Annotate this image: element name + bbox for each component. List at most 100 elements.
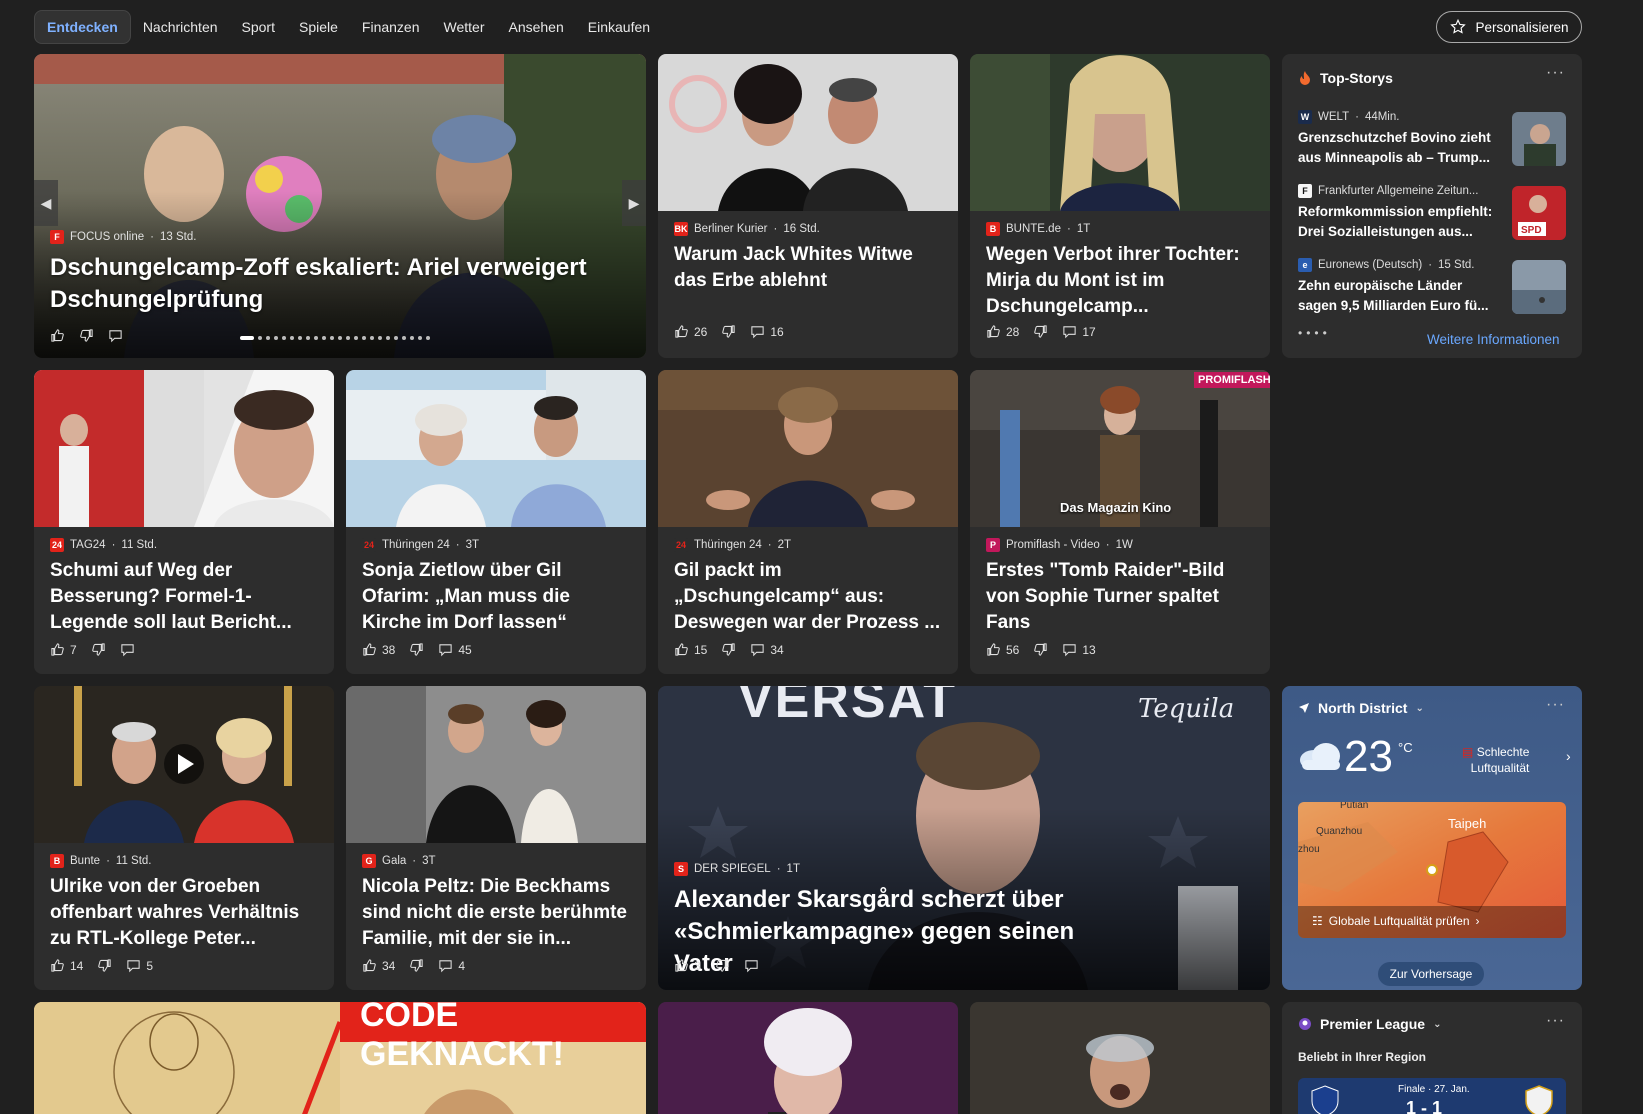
top-story-item[interactable]: W WELT · 44Min. Grenzschutzchef Bovino zieh…: [1298, 110, 1494, 168]
dislike-button[interactable]: [715, 958, 730, 973]
carousel-dot[interactable]: [354, 336, 358, 340]
carousel-dot[interactable]: [386, 336, 390, 340]
top-story-headline[interactable]: Reformkommission empfiehlt: Drei Soziall…: [1298, 202, 1494, 242]
card-headline[interactable]: Nicola Peltz: Die Beckhams sind nicht di…: [362, 874, 632, 952]
dislike-button[interactable]: [721, 642, 736, 657]
news-card-gala-peltz[interactable]: G Gala · 3T Nicola Peltz: Die Beckhams sin…: [346, 686, 646, 990]
more-options-icon[interactable]: ···: [1546, 696, 1565, 714]
card-headline[interactable]: Gil packt im „Dschungelcamp“ aus: Desweg…: [674, 558, 944, 636]
carousel-dot[interactable]: [240, 336, 254, 340]
tab-einkaufen[interactable]: Einkaufen: [576, 10, 662, 44]
top-story-headline[interactable]: Zehn europäische Länder sagen 9,5 Millia…: [1298, 276, 1494, 316]
carousel-dot[interactable]: [370, 336, 374, 340]
tab-finanzen[interactable]: Finanzen: [350, 10, 432, 44]
tab-spiele[interactable]: Spiele: [287, 10, 350, 44]
tab-nachrichten[interactable]: Nachrichten: [131, 10, 230, 44]
carousel-dot[interactable]: [322, 336, 326, 340]
news-card-thueringen-zietlow[interactable]: 24 Thüringen 24 · 3T Sonja Zietlow über Gi…: [346, 370, 646, 674]
dislike-button[interactable]: [1033, 324, 1048, 339]
news-card-bunte-groeben[interactable]: B Bunte · 11 Std. Ulrike von der Groeben o…: [34, 686, 334, 990]
carousel-dot[interactable]: [378, 336, 382, 340]
dislike-button[interactable]: [79, 328, 94, 343]
carousel-dot[interactable]: [274, 336, 278, 340]
like-button[interactable]: 15: [674, 642, 707, 657]
card-headline[interactable]: Erstes "Tomb Raider"-Bild von Sophie Tur…: [986, 558, 1256, 636]
hero-card[interactable]: ◀ ▶ F FOCUS online · 13 Std. Dschungelca…: [34, 54, 646, 358]
comment-button[interactable]: 5: [126, 958, 153, 973]
more-info-link[interactable]: Weitere Informationen: [1427, 332, 1560, 347]
dislike-button[interactable]: [1033, 642, 1048, 657]
carousel-dot[interactable]: [410, 336, 414, 340]
like-button[interactable]: 14: [50, 958, 83, 973]
comment-button[interactable]: 17: [1062, 324, 1096, 339]
top-story-headline[interactable]: Grenzschutzchef Bovino zieht aus Minneap…: [1298, 128, 1494, 168]
hero-headline[interactable]: Dschungelcamp-Zoff eskaliert: Ariel verw…: [50, 252, 590, 316]
dislike-button[interactable]: [409, 642, 424, 657]
news-card-code-geknackt[interactable]: CODE GEKNACKT!: [34, 1002, 646, 1114]
news-card-tag24-schumi[interactable]: 24 TAG24 · 11 Std. Schumi auf Weg der Bess…: [34, 370, 334, 674]
news-card-singer[interactable]: [658, 1002, 958, 1114]
comment-button[interactable]: 34: [750, 642, 784, 657]
carousel-dot[interactable]: [266, 336, 270, 340]
carousel-dot[interactable]: [394, 336, 398, 340]
top-story-thumbnail[interactable]: SPD: [1512, 186, 1566, 240]
hero-next-button[interactable]: ▶: [622, 180, 646, 226]
comment-button[interactable]: [744, 958, 759, 973]
comment-button[interactable]: [108, 328, 123, 343]
comment-button[interactable]: 13: [1062, 642, 1096, 657]
carousel-dot[interactable]: [426, 336, 430, 340]
like-button[interactable]: 7: [50, 642, 77, 657]
like-button[interactable]: [50, 328, 65, 343]
news-card-bunte-mirja[interactable]: B BUNTE.de · 1T Wegen Verbot ihrer Tochter…: [970, 54, 1270, 358]
carousel-dot[interactable]: [306, 336, 310, 340]
card-headline[interactable]: Wegen Verbot ihrer Tochter: Mirja du Mon…: [986, 242, 1256, 320]
like-button[interactable]: 26: [674, 324, 707, 339]
like-button[interactable]: 56: [986, 642, 1019, 657]
card-headline[interactable]: Sonja Zietlow über Gil Ofarim: „Man muss…: [362, 558, 632, 636]
dislike-button[interactable]: [91, 642, 106, 657]
carousel-dot[interactable]: [290, 336, 294, 340]
chevron-right-icon[interactable]: ›: [1566, 748, 1571, 764]
global-air-quality-link[interactable]: ☷ Globale Luftqualität prüfen ›: [1312, 914, 1480, 928]
air-quality-map[interactable]: Putian Quanzhou zhou Taipeh ☷ Globale Lu…: [1298, 802, 1566, 938]
match-row[interactable]: Finale · 27. Jan. 1 - 1: [1298, 1078, 1566, 1114]
top-story-thumbnail[interactable]: [1512, 260, 1566, 314]
comment-button[interactable]: 4: [438, 958, 465, 973]
top-story-item[interactable]: e Euronews (Deutsch) · 15 Std. Zehn europäi…: [1298, 258, 1494, 316]
like-button[interactable]: 28: [986, 324, 1019, 339]
like-button[interactable]: 3: [674, 958, 701, 973]
tab-entdecken[interactable]: Entdecken: [34, 10, 131, 44]
top-story-thumbnail[interactable]: [1512, 112, 1566, 166]
card-headline[interactable]: Schumi auf Weg der Besserung? Formel-1-L…: [50, 558, 320, 636]
carousel-dot[interactable]: [338, 336, 342, 340]
tab-wetter[interactable]: Wetter: [432, 10, 497, 44]
hero-prev-button[interactable]: ◀: [34, 180, 58, 226]
carousel-dots[interactable]: [240, 336, 430, 340]
dislike-button[interactable]: [97, 958, 112, 973]
news-card-dschungel-scream[interactable]: [970, 1002, 1270, 1114]
card-headline[interactable]: Ulrike von der Groeben offenbart wahres …: [50, 874, 320, 952]
carousel-dot[interactable]: [298, 336, 302, 340]
weather-widget[interactable]: North District ⌄ ··· 23 °C ▤ Schlechte L…: [1282, 686, 1582, 990]
news-card-spiegel-skarsgard[interactable]: VERSAT Tequila S DER SPIEGEL · 1T Alexande…: [658, 686, 1270, 990]
like-button[interactable]: 38: [362, 642, 395, 657]
tab-sport[interactable]: Sport: [230, 10, 287, 44]
dislike-button[interactable]: [721, 324, 736, 339]
carousel-dot[interactable]: [402, 336, 406, 340]
premier-league-title[interactable]: Premier League ⌄: [1298, 1016, 1441, 1032]
premier-league-widget[interactable]: Premier League ⌄ ··· Beliebt in Ihrer Re…: [1282, 1002, 1582, 1114]
tab-ansehen[interactable]: Ansehen: [496, 10, 575, 44]
comment-button[interactable]: [120, 642, 135, 657]
personalize-button[interactable]: Personalisieren: [1436, 11, 1582, 43]
carousel-dot[interactable]: [314, 336, 318, 340]
carousel-dot[interactable]: [418, 336, 422, 340]
forecast-button[interactable]: Zur Vorhersage: [1378, 962, 1484, 986]
top-story-item[interactable]: F Frankfurter Allgemeine Zeitun... Reform…: [1298, 184, 1494, 242]
carousel-dot[interactable]: [330, 336, 334, 340]
comment-button[interactable]: 16: [750, 324, 784, 339]
news-card-berliner-kurier[interactable]: BK Berliner Kurier · 16 Std. Warum Jack Wh…: [658, 54, 958, 358]
weather-location[interactable]: North District ⌄: [1298, 700, 1424, 716]
more-options-icon[interactable]: ···: [1546, 64, 1565, 82]
news-card-thueringen-gil[interactable]: 24 Thüringen 24 · 2T Gil packt im „Dschung…: [658, 370, 958, 674]
carousel-dot[interactable]: [258, 336, 262, 340]
